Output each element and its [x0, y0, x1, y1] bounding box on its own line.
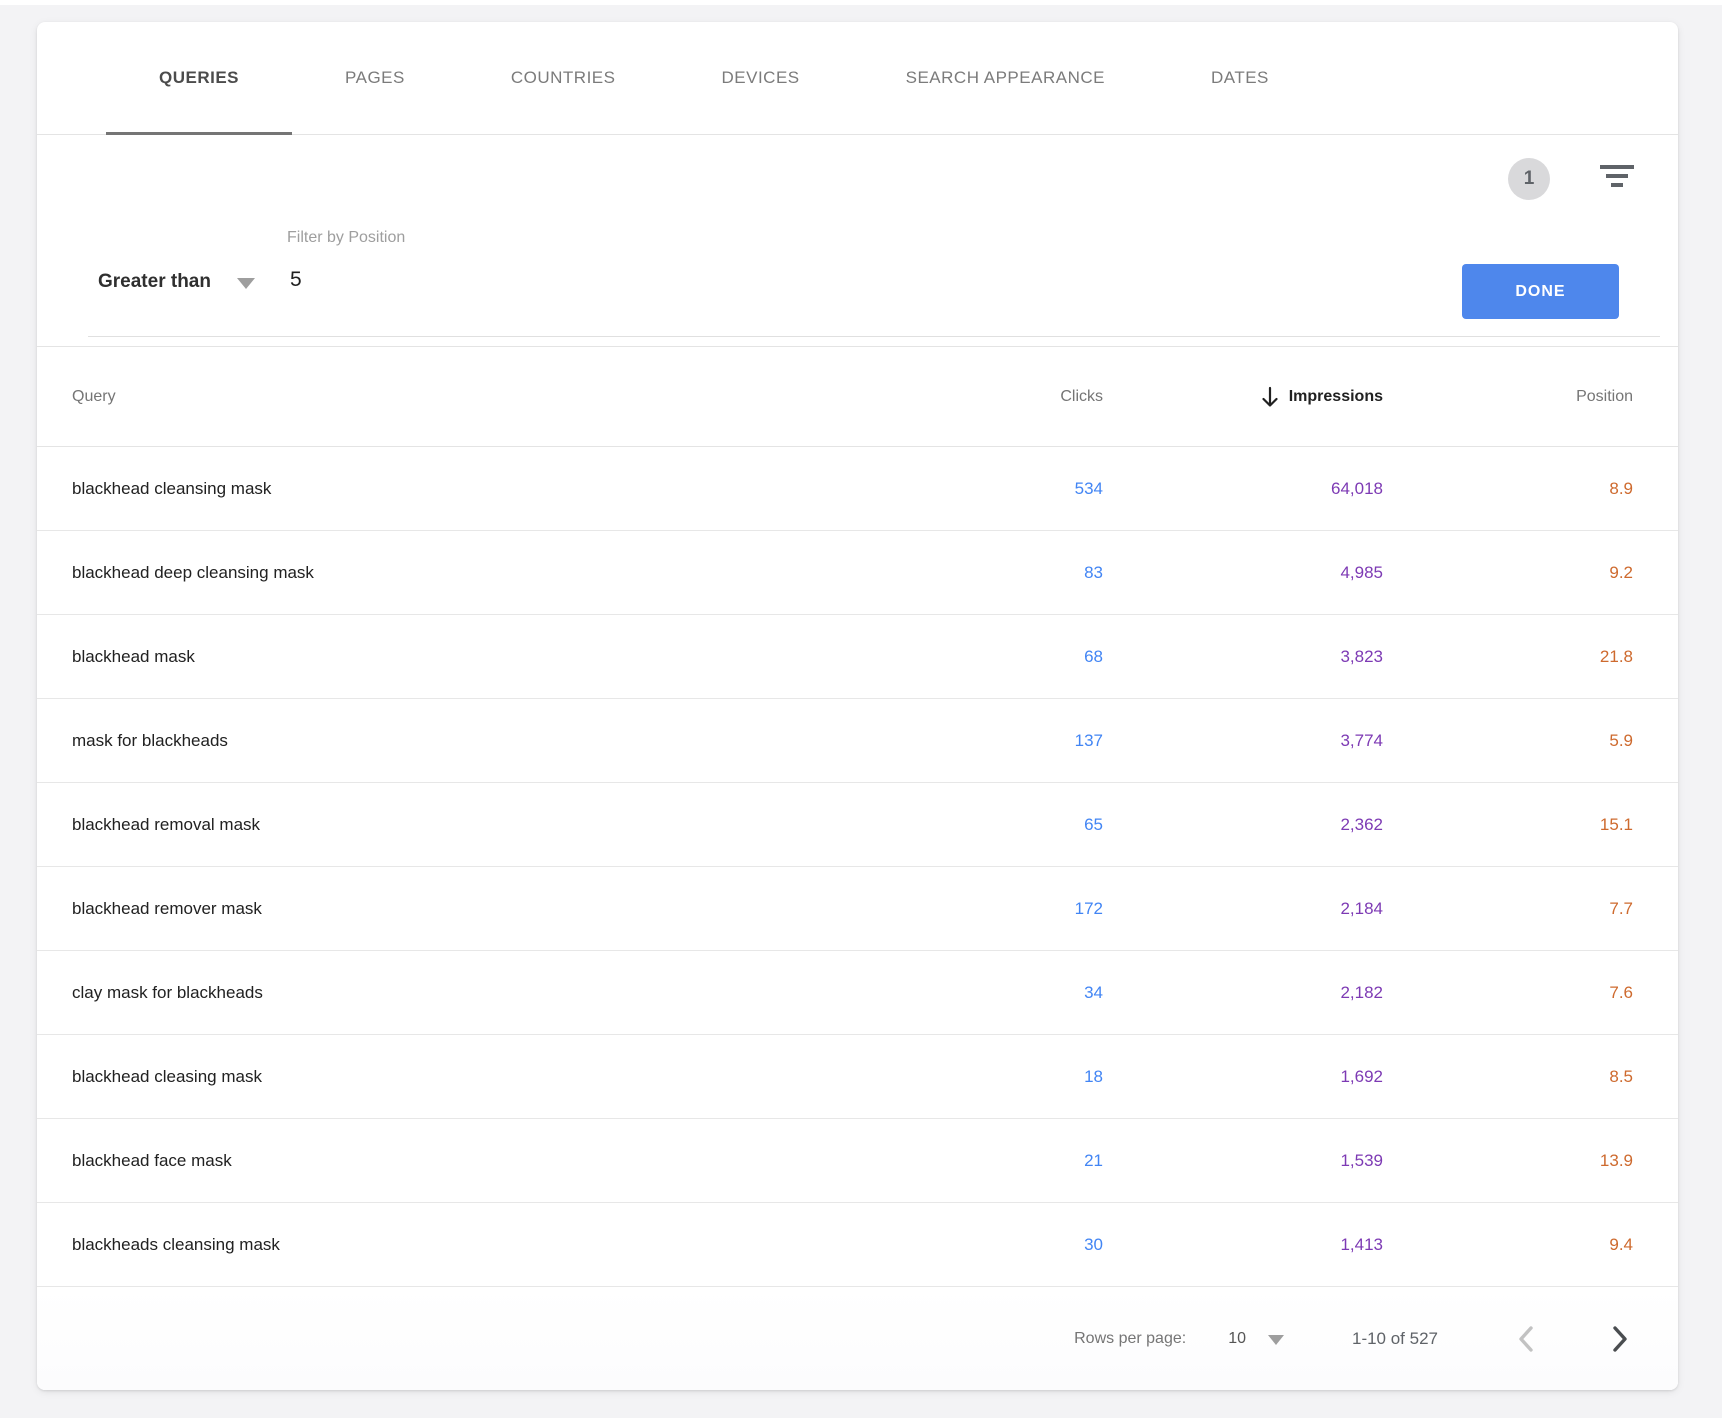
impressions-cell: 1,539 — [1103, 1151, 1383, 1171]
position-cell: 5.9 — [1383, 731, 1633, 751]
table-row[interactable]: blackhead removal mask 65 2,362 15.1 — [37, 783, 1678, 867]
clicks-cell: 34 — [963, 983, 1103, 1003]
impressions-cell: 3,774 — [1103, 731, 1383, 751]
tab-search-appearance[interactable]: SEARCH APPEARANCE — [853, 22, 1158, 134]
header-clicks[interactable]: Clicks — [963, 388, 1103, 406]
table-row[interactable]: blackhead face mask 21 1,539 13.9 — [37, 1119, 1678, 1203]
query-cell: blackhead deep cleansing mask — [72, 563, 963, 583]
table-row[interactable]: blackhead deep cleansing mask 83 4,985 9… — [37, 531, 1678, 615]
query-cell: mask for blackheads — [72, 731, 963, 751]
tab-dates[interactable]: DATES — [1158, 22, 1322, 134]
query-cell: blackhead removal mask — [72, 815, 963, 835]
filter-list-icon — [1600, 163, 1634, 189]
header-position[interactable]: Position — [1383, 388, 1633, 406]
position-cell: 9.4 — [1383, 1235, 1633, 1255]
impressions-cell: 2,184 — [1103, 899, 1383, 919]
position-cell: 13.9 — [1383, 1151, 1633, 1171]
done-button[interactable]: DONE — [1462, 264, 1619, 319]
impressions-cell: 1,413 — [1103, 1235, 1383, 1255]
filter-operator-value: Greater than — [98, 271, 211, 293]
rows-per-page-select[interactable]: 10 — [1228, 1330, 1284, 1348]
header-impressions[interactable]: Impressions — [1103, 386, 1383, 408]
table-row[interactable]: blackhead mask 68 3,823 21.8 — [37, 615, 1678, 699]
table-header-row: Query Clicks Impressions Position — [37, 347, 1678, 447]
page-range-label: 1-10 of 527 — [1352, 1329, 1438, 1349]
position-cell: 8.5 — [1383, 1067, 1633, 1087]
performance-report-card: QUERIES PAGES COUNTRIES DEVICES SEARCH A… — [37, 22, 1678, 1390]
query-cell: clay mask for blackheads — [72, 983, 963, 1003]
impressions-cell: 2,182 — [1103, 983, 1383, 1003]
window-top-strip — [0, 0, 1722, 5]
filter-input-underline — [88, 336, 1660, 337]
impressions-cell: 64,018 — [1103, 479, 1383, 499]
table-row[interactable]: blackhead remover mask 172 2,184 7.7 — [37, 867, 1678, 951]
dimension-tabs: QUERIES PAGES COUNTRIES DEVICES SEARCH A… — [37, 22, 1678, 135]
position-cell: 21.8 — [1383, 647, 1633, 667]
tab-countries[interactable]: COUNTRIES — [458, 22, 669, 134]
table-row[interactable]: mask for blackheads 137 3,774 5.9 — [37, 699, 1678, 783]
table-body: blackhead cleansing mask 534 64,018 8.9 … — [37, 447, 1678, 1287]
position-cell: 7.7 — [1383, 899, 1633, 919]
filter-operator-select[interactable]: Greater than — [98, 271, 255, 293]
position-cell: 7.6 — [1383, 983, 1633, 1003]
impressions-cell: 1,692 — [1103, 1067, 1383, 1087]
clicks-cell: 30 — [963, 1235, 1103, 1255]
impressions-cell: 4,985 — [1103, 563, 1383, 583]
tab-pages[interactable]: PAGES — [292, 22, 458, 134]
query-cell: blackheads cleansing mask — [72, 1235, 963, 1255]
previous-page-button[interactable] — [1508, 1321, 1544, 1357]
dropdown-arrow-icon — [1268, 1335, 1284, 1345]
impressions-cell: 3,823 — [1103, 647, 1383, 667]
chevron-left-icon — [1514, 1324, 1538, 1354]
clicks-cell: 68 — [963, 647, 1103, 667]
pagination-bar: Rows per page: 10 1-10 of 527 — [37, 1287, 1678, 1390]
table-row[interactable]: blackhead cleansing mask 534 64,018 8.9 — [37, 447, 1678, 531]
clicks-cell: 172 — [963, 899, 1103, 919]
table-row[interactable]: clay mask for blackheads 34 2,182 7.6 — [37, 951, 1678, 1035]
next-page-button[interactable] — [1602, 1321, 1638, 1357]
filter-value-input[interactable]: 5 — [290, 268, 302, 292]
clicks-cell: 534 — [963, 479, 1103, 499]
filter-count-badge: 1 — [1508, 158, 1550, 200]
table-row[interactable]: blackheads cleansing mask 30 1,413 9.4 — [37, 1203, 1678, 1287]
query-cell: blackhead face mask — [72, 1151, 963, 1171]
query-cell: blackhead cleansing mask — [72, 479, 963, 499]
filter-list-button[interactable] — [1593, 156, 1641, 196]
clicks-cell: 65 — [963, 815, 1103, 835]
clicks-cell: 18 — [963, 1067, 1103, 1087]
clicks-cell: 83 — [963, 563, 1103, 583]
rows-per-page-value: 10 — [1228, 1330, 1246, 1348]
query-cell: blackhead cleasing mask — [72, 1067, 963, 1087]
tab-devices[interactable]: DEVICES — [668, 22, 852, 134]
impressions-cell: 2,362 — [1103, 815, 1383, 835]
clicks-cell: 137 — [963, 731, 1103, 751]
query-cell: blackhead remover mask — [72, 899, 963, 919]
position-cell: 15.1 — [1383, 815, 1633, 835]
header-impressions-label: Impressions — [1289, 388, 1383, 406]
chevron-right-icon — [1608, 1324, 1632, 1354]
filter-section: 1 DONE Filter by Position Greater than 5 — [37, 135, 1678, 347]
query-cell: blackhead mask — [72, 647, 963, 667]
tab-queries[interactable]: QUERIES — [106, 22, 292, 134]
position-cell: 8.9 — [1383, 479, 1633, 499]
table-row[interactable]: blackhead cleasing mask 18 1,692 8.5 — [37, 1035, 1678, 1119]
rows-per-page-label: Rows per page: — [1074, 1330, 1186, 1348]
filter-field-label: Filter by Position — [287, 229, 405, 247]
clicks-cell: 21 — [963, 1151, 1103, 1171]
position-cell: 9.2 — [1383, 563, 1633, 583]
dropdown-arrow-icon — [237, 278, 255, 289]
sort-desc-icon — [1260, 386, 1280, 408]
header-query: Query — [72, 388, 963, 406]
